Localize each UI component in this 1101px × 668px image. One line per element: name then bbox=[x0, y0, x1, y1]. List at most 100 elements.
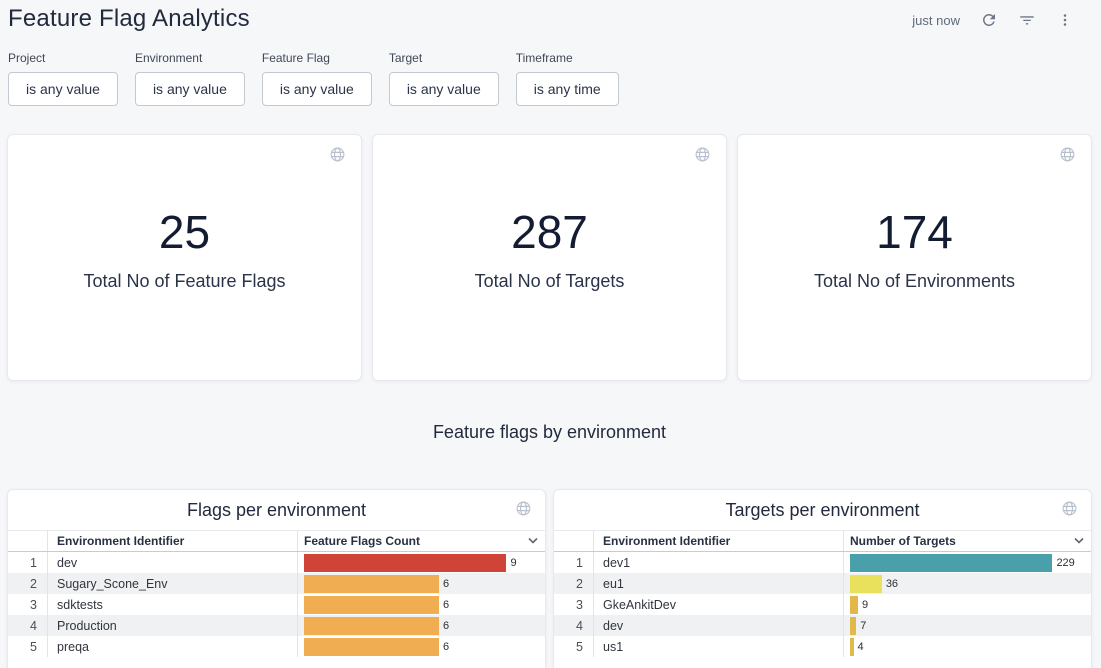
filter-timeframe: Timeframe is any time bbox=[516, 51, 619, 106]
refresh-button[interactable] bbox=[980, 11, 998, 29]
bar-cell: 6 bbox=[297, 573, 545, 594]
stat-value: 174 bbox=[876, 209, 953, 255]
value-bar bbox=[850, 554, 1052, 572]
stat-card-total-no-of-targets: 287Total No of Targets bbox=[372, 134, 727, 381]
globe-icon bbox=[515, 505, 532, 520]
bar-value-label: 6 bbox=[443, 578, 449, 590]
refresh-icon bbox=[980, 11, 998, 29]
kebab-menu-icon bbox=[1056, 11, 1074, 29]
globe-icon bbox=[694, 151, 711, 166]
tile-explore-button[interactable] bbox=[1061, 500, 1078, 517]
bar-value-label: 229 bbox=[1056, 557, 1074, 569]
column-header-label: Environment Identifier bbox=[603, 534, 730, 548]
table-body: 1dev92Sugary_Scone_Env63sdktests64Produc… bbox=[8, 552, 545, 657]
row-index: 1 bbox=[8, 552, 48, 573]
column-header-label: Number of Targets bbox=[850, 534, 956, 548]
bar-value-label: 6 bbox=[443, 599, 449, 611]
globe-icon bbox=[1061, 505, 1078, 520]
header-actions: just now bbox=[912, 5, 1088, 29]
filter-value-button-feature-flag[interactable]: is any value bbox=[262, 72, 372, 106]
filter-label: Timeframe bbox=[516, 51, 619, 65]
row-index: 2 bbox=[554, 573, 594, 594]
row-index: 5 bbox=[8, 636, 48, 657]
chevron-down-icon[interactable] bbox=[527, 537, 539, 545]
row-index: 4 bbox=[8, 615, 48, 636]
filter-value-button-target[interactable]: is any value bbox=[389, 72, 499, 106]
filter-value-button-project[interactable]: is any value bbox=[8, 72, 118, 106]
column-header-feature-flags-count[interactable]: Feature Flags Count bbox=[297, 531, 545, 551]
value-bar bbox=[304, 596, 439, 614]
dashboard-header: Feature Flag Analytics just now bbox=[7, 0, 1092, 33]
column-header-label: Environment Identifier bbox=[57, 534, 184, 548]
bar-value-label: 6 bbox=[443, 620, 449, 632]
value-bar bbox=[304, 617, 439, 635]
bar-value-label: 6 bbox=[443, 641, 449, 653]
tile-explore-button[interactable] bbox=[694, 146, 711, 163]
bar-cell: 6 bbox=[297, 615, 545, 636]
bar-cell: 4 bbox=[843, 636, 1091, 657]
table-row: 2Sugary_Scone_Env 6 bbox=[8, 573, 545, 594]
value-bar bbox=[850, 617, 856, 635]
data-table: Environment Identifier Feature Flags Coun… bbox=[8, 530, 545, 657]
column-header-index bbox=[554, 531, 594, 551]
row-index: 2 bbox=[8, 573, 48, 594]
environment-identifier: dev bbox=[48, 552, 297, 573]
tile-explore-button[interactable] bbox=[329, 146, 346, 163]
bar-cell: 6 bbox=[297, 636, 545, 657]
value-bar bbox=[850, 575, 882, 593]
environment-identifier: GkeAnkitDev bbox=[594, 594, 843, 615]
tile-explore-button[interactable] bbox=[515, 500, 532, 517]
filters-button[interactable] bbox=[1018, 11, 1036, 29]
section-title: Feature flags by environment bbox=[7, 422, 1092, 443]
data-table: Environment Identifier Number of Targets 1… bbox=[554, 530, 1091, 657]
bar-value-label: 36 bbox=[886, 578, 898, 590]
stat-card-total-no-of-feature-flags: 25Total No of Feature Flags bbox=[7, 134, 362, 381]
column-header-number-of-targets[interactable]: Number of Targets bbox=[843, 531, 1091, 551]
tile-explore-button[interactable] bbox=[1059, 146, 1076, 163]
bar-cell: 6 bbox=[297, 594, 545, 615]
dashboard: Feature Flag Analytics just now Projecti… bbox=[0, 0, 1101, 668]
table-row: 4Production6 bbox=[8, 615, 545, 636]
bar-value-label: 4 bbox=[858, 641, 864, 653]
filter-bar: Projectis any value Environment is any val… bbox=[7, 51, 1092, 106]
stat-value: 25 bbox=[159, 209, 210, 255]
stat-label: Total No of Environments bbox=[814, 271, 1015, 292]
bar-cell: 36 bbox=[843, 573, 1091, 594]
table-title: Targets per environment bbox=[554, 490, 1091, 530]
filter-feature-flag: Feature Flagis any value bbox=[262, 51, 372, 106]
table-row: 2eu136 bbox=[554, 573, 1091, 594]
table-row: 3sdktests6 bbox=[8, 594, 545, 615]
filter-value-button-environment[interactable]: is any value bbox=[135, 72, 245, 106]
column-header-environment-identifier[interactable]: Environment Identifier bbox=[594, 531, 843, 551]
environment-identifier: sdktests bbox=[48, 594, 297, 615]
filter-project: Projectis any value bbox=[8, 51, 118, 106]
globe-icon bbox=[1059, 151, 1076, 166]
environment-identifier: preqa bbox=[48, 636, 297, 657]
table-row: 1dev1229 bbox=[554, 552, 1091, 573]
filter-value-button-timeframe[interactable]: is any time bbox=[516, 72, 619, 106]
row-index: 5 bbox=[554, 636, 594, 657]
refresh-status: just now bbox=[912, 13, 960, 28]
chevron-down-icon[interactable] bbox=[1073, 537, 1085, 545]
filter-label: Environment bbox=[135, 51, 245, 65]
filter-label: Target bbox=[389, 51, 499, 65]
value-bar bbox=[304, 575, 439, 593]
environment-identifier: dev bbox=[594, 615, 843, 636]
table-title: Flags per environment bbox=[8, 490, 545, 530]
value-bar bbox=[304, 554, 506, 572]
filter-target: Target is any value bbox=[389, 51, 499, 106]
bar-value-label: 9 bbox=[862, 599, 868, 611]
row-index: 4 bbox=[554, 615, 594, 636]
table-row: 3GkeAnkitDev9 bbox=[554, 594, 1091, 615]
table-row: 5preqa 6 bbox=[8, 636, 545, 657]
table-row: 4dev 7 bbox=[554, 615, 1091, 636]
bar-value-label: 7 bbox=[860, 620, 866, 632]
column-header-environment-identifier[interactable]: Environment Identifier bbox=[48, 531, 297, 551]
more-options-button[interactable] bbox=[1056, 11, 1074, 29]
stat-cards-row: 25Total No of Feature Flags287Total No o… bbox=[7, 134, 1092, 381]
table-header-row: Environment Identifier Feature Flags Coun… bbox=[8, 530, 545, 552]
environment-identifier: Sugary_Scone_Env bbox=[48, 573, 297, 594]
table-row: 5us14 bbox=[554, 636, 1091, 657]
filter-icon bbox=[1018, 11, 1036, 29]
bar-value-label: 9 bbox=[510, 557, 516, 569]
